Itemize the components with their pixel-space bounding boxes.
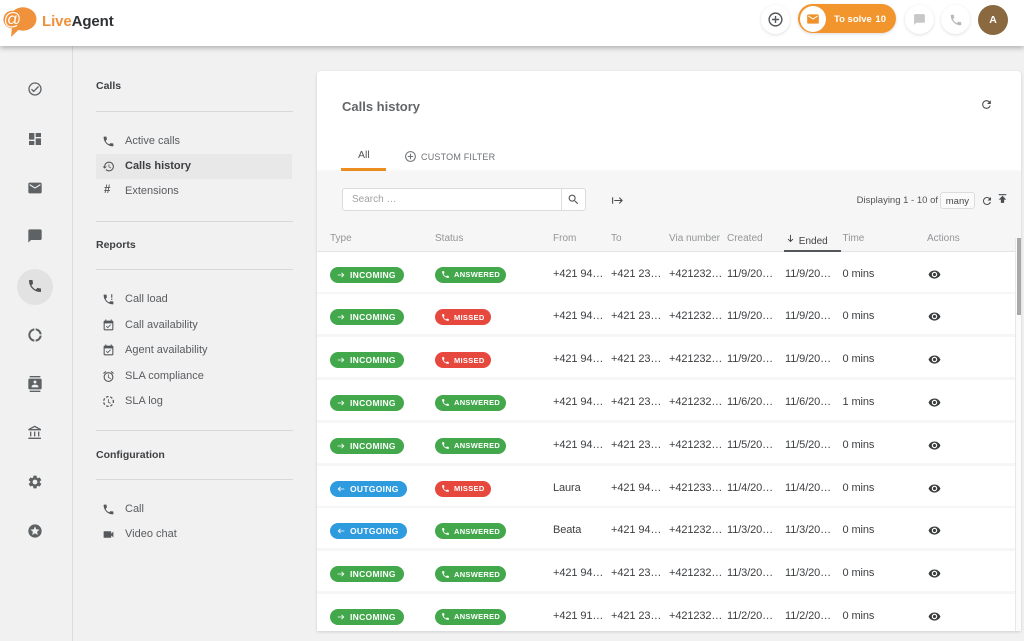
- svg-text:@: @: [4, 9, 22, 29]
